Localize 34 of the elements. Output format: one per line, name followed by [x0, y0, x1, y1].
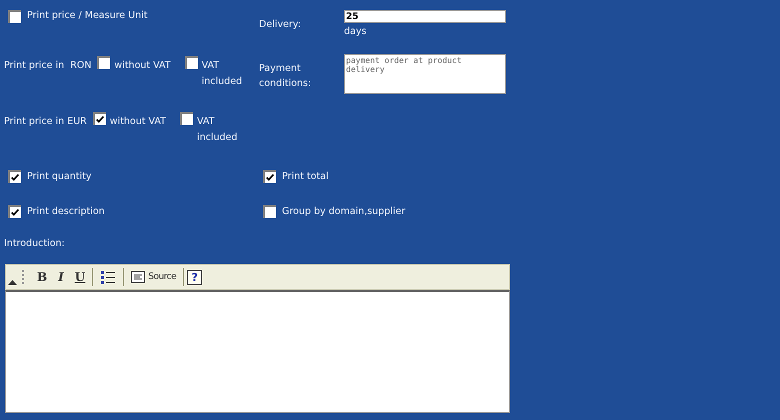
- unit-label: days: [344, 26, 368, 37]
- text-area[interactable]: payment order at product delivery: [344, 54, 506, 94]
- checkbox-label: Print quantity: [27, 170, 92, 182]
- grip-icon: [22, 270, 26, 284]
- checkbox[interactable]: [8, 204, 21, 218]
- help-button[interactable]: ?: [187, 270, 202, 284]
- checkbox-label: Print price / Measure Unit: [27, 10, 148, 21]
- checkbox-label: Print total: [282, 170, 329, 182]
- option-label: Print price in RON: [4, 60, 92, 71]
- option-label: Print price in EUR: [4, 116, 87, 127]
- checkbox-label: Print description: [27, 206, 105, 216]
- underline-button[interactable]: U: [70, 268, 90, 286]
- field-label: Payment conditions:: [259, 62, 312, 91]
- checkbox[interactable]: [97, 56, 110, 69]
- checkbox-label: Group by domain,supplier: [282, 206, 406, 216]
- italic-button[interactable]: I: [54, 268, 68, 286]
- checkbox[interactable]: [8, 170, 21, 182]
- checkbox[interactable]: [184, 56, 198, 69]
- collapse-icon[interactable]: [8, 280, 17, 285]
- document-icon: [131, 271, 146, 283]
- input-field[interactable]: 25: [344, 10, 506, 23]
- checkbox[interactable]: [263, 204, 276, 218]
- field-label: Delivery:: [259, 18, 302, 32]
- checkbox-label: without VAT: [110, 115, 166, 129]
- checkbox[interactable]: [92, 112, 106, 125]
- checkbox-label: without VAT: [114, 59, 171, 73]
- section-label: Introduction:: [4, 238, 65, 248]
- checkbox-label: VAT included: [202, 59, 242, 89]
- checkbox-label: VAT included: [196, 115, 237, 145]
- checkbox[interactable]: [263, 170, 276, 182]
- checkbox[interactable]: [180, 112, 193, 125]
- bold-button[interactable]: B: [33, 268, 52, 286]
- checkbox[interactable]: [8, 10, 21, 23]
- source-button[interactable]: Source: [127, 268, 180, 286]
